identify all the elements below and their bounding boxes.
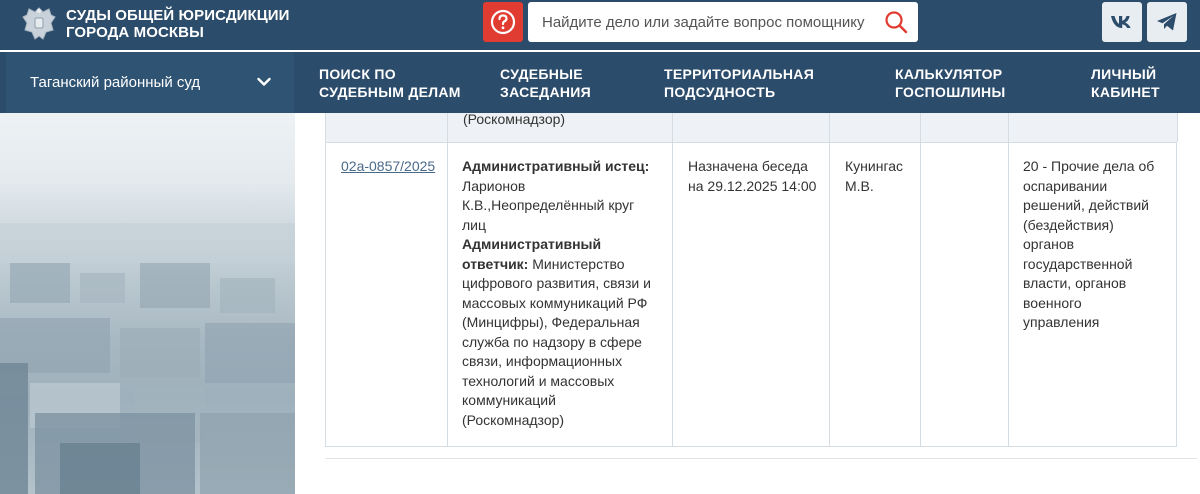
judge-line: Кунингас: [845, 158, 904, 174]
plaintiff-label: Административный истец:: [462, 158, 650, 174]
category-line: государственной: [1023, 255, 1133, 272]
nav-personal-account-line2: кабинет: [1091, 84, 1160, 100]
nav-court-sessions[interactable]: Судебные заседания: [500, 65, 591, 101]
site-title-line2: ГОРОДА МОСКВЫ: [66, 24, 204, 41]
plaintiff-line: лиц: [462, 216, 487, 233]
category-line: власти, органов: [1023, 275, 1127, 291]
parties-cell: Административный истец: Ларионов К.В.,Не…: [462, 157, 662, 430]
nav-jurisdiction[interactable]: Территориальная подсудность: [664, 65, 814, 101]
nav-fee-calculator-line1: Калькулятор: [895, 66, 1003, 82]
defendant-line: (Роскомнадзор): [462, 411, 565, 428]
judge-cell: Кунингас М.В.: [845, 157, 903, 196]
previous-row-text: (Роскомнадзор): [463, 111, 566, 127]
search-box: [528, 2, 918, 42]
help-assistant-button[interactable]: [483, 2, 523, 42]
defendant-line: технологий и массовых: [462, 372, 615, 389]
plaintiff-line: К.В.,Неопределённый круг: [462, 197, 635, 213]
defendant-label: ответчик:: [462, 255, 529, 272]
category-line: (бездействия): [1023, 216, 1114, 233]
defendant-line: коммуникаций: [462, 392, 556, 408]
case-number-link[interactable]: 02а-0857/2025: [341, 158, 435, 174]
search-input[interactable]: [528, 2, 868, 42]
court-selector[interactable]: Таганский районный суд: [6, 52, 294, 113]
defendant-line: массовых коммуникаций РФ: [462, 294, 648, 311]
city-background-image: [0, 113, 295, 494]
category-line: управления: [1023, 314, 1100, 330]
table-row: 02а-0857/2025 Административный истец: Ла…: [325, 142, 1177, 447]
telegram-button[interactable]: [1147, 2, 1187, 42]
nav-jurisdiction-line1: Территориальная: [664, 66, 815, 82]
nav-fee-calculator[interactable]: Калькулятор госпошлины: [895, 65, 1005, 101]
defendant-line: цифрового развития, связи и: [462, 275, 651, 291]
nav-court-sessions-line2: заседания: [500, 84, 591, 100]
site-title-line1: СУДЫ ОБЩЕЙ ЮРИСДИКЦИИ: [66, 7, 290, 24]
vk-button[interactable]: [1102, 2, 1142, 42]
nav-court-sessions-line1: Судебные: [500, 66, 583, 82]
nav-case-search-line2: судебным делам: [319, 84, 461, 100]
site-title[interactable]: СУДЫ ОБЩЕЙ ЮРИСДИКЦИИ ГОРОДА МОСКВЫ: [66, 7, 290, 41]
category-cell: 20 - Прочие дела об оспаривании решений,…: [1023, 157, 1154, 333]
plaintiff-line: Ларионов: [462, 177, 526, 194]
search-icon[interactable]: [884, 10, 908, 34]
category-line: военного: [1023, 294, 1082, 311]
nav-case-search[interactable]: Поиск по судебным делам: [319, 65, 461, 101]
chevron-down-icon: [257, 77, 271, 86]
nav-jurisdiction-line2: подсудность: [664, 84, 776, 100]
nav-fee-calculator-line2: госпошлины: [895, 84, 1006, 100]
defendant-line: служба по надзору в сфере: [462, 333, 642, 350]
cases-table: (Роскомнадзор) 02а-0857/2025 Администрат…: [325, 111, 1178, 447]
status-line: Назначена беседа: [688, 158, 808, 174]
court-selector-label: Таганский районный суд: [30, 74, 201, 91]
case-number-cell: 02а-0857/2025: [341, 157, 435, 177]
table-row-previous: (Роскомнадзор): [325, 111, 1178, 142]
defendant-line: связи, информационных: [462, 353, 623, 369]
nav-case-search-line1: Поиск по: [319, 66, 396, 82]
category-line: оспаривании: [1023, 177, 1108, 194]
defendant-line: Министерство: [528, 255, 625, 272]
category-line: 20 - Прочие дела об: [1023, 158, 1155, 174]
question-icon: [490, 9, 516, 35]
category-line: органов: [1023, 236, 1075, 252]
section-divider: [325, 458, 1197, 459]
telegram-icon: [1157, 13, 1177, 31]
nav-personal-account-line1: Личный: [1091, 66, 1157, 82]
coat-of-arms-logo[interactable]: [22, 5, 56, 43]
defendant-label: Административный: [462, 236, 602, 252]
defendant-line: (Минцифры), Федеральная: [462, 314, 640, 330]
judge-line: М.В.: [845, 177, 874, 194]
status-cell: Назначена беседа на 29.12.2025 14:00: [688, 157, 816, 196]
category-line: решений, действий: [1023, 197, 1150, 213]
nav-personal-account[interactable]: Личный кабинет: [1091, 65, 1160, 101]
status-line: на 29.12.2025 14:00: [688, 177, 817, 194]
vk-icon: [1111, 16, 1131, 28]
top-header: СУДЫ ОБЩЕЙ ЮРИСДИКЦИИ ГОРОДА МОСКВЫ: [0, 0, 1200, 50]
